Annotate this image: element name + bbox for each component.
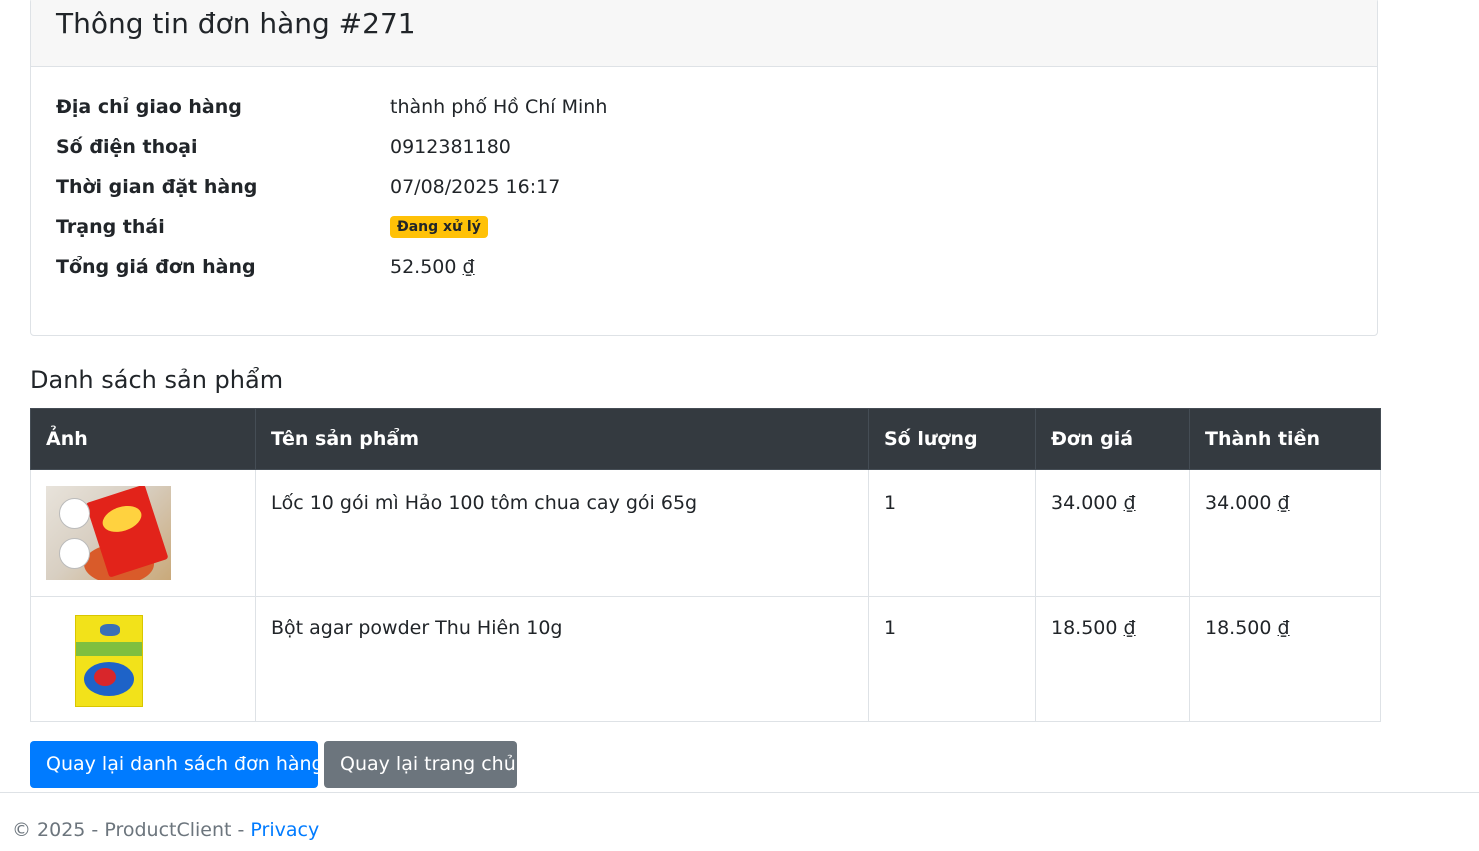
phone-label: Số điện thoại xyxy=(56,136,198,158)
products-section-title: Danh sách sản phẩm xyxy=(30,366,284,394)
hao-hao-noodle-pack-image xyxy=(46,486,171,580)
product-name: Lốc 10 gói mì Hảo 100 tôm chua cay gói 6… xyxy=(255,469,869,597)
order-title: Thông tin đơn hàng #271 xyxy=(56,7,416,40)
table-row: Bột agar powder Thu Hiên 10g 1 18.500 ₫ … xyxy=(30,596,1381,722)
unit-price-amount: 18.500 xyxy=(1051,617,1118,639)
product-line-total: 18.500 ₫ xyxy=(1189,596,1381,722)
total-value: 52.500 ₫ xyxy=(390,247,475,287)
product-unit-price: 34.000 ₫ xyxy=(1035,469,1190,597)
privacy-link[interactable]: Privacy xyxy=(250,819,319,841)
footer-text: © 2025 - ProductClient - Privacy xyxy=(12,819,319,841)
footer: © 2025 - ProductClient - Privacy xyxy=(0,792,1479,851)
column-header-total: Thành tiền xyxy=(1189,408,1381,470)
order-info-card: Thông tin đơn hàng #271 Địa chỉ giao hàn… xyxy=(30,0,1378,336)
status-badge: Đang xử lý xyxy=(390,215,488,238)
line-total-amount: 34.000 xyxy=(1205,492,1272,514)
product-line-total: 34.000 ₫ xyxy=(1189,469,1381,597)
table-row: Lốc 10 gói mì Hảo 100 tôm chua cay gói 6… xyxy=(30,469,1381,597)
order-info-header: Thông tin đơn hàng #271 xyxy=(31,0,1377,67)
products-table: Ảnh Tên sản phẩm Số lượng Đơn giá Thành … xyxy=(30,408,1381,722)
line-total-currency: ₫ xyxy=(1277,617,1290,639)
product-image-cell xyxy=(30,469,256,597)
status-value: Đang xử lý xyxy=(390,207,488,247)
column-header-quantity: Số lượng xyxy=(868,408,1036,470)
line-total-amount: 18.500 xyxy=(1205,617,1272,639)
total-label: Tổng giá đơn hàng xyxy=(56,256,256,278)
total-amount: 52.500 xyxy=(390,256,457,278)
column-header-image: Ảnh xyxy=(30,408,256,470)
address-label: Địa chỉ giao hàng xyxy=(56,96,242,118)
unit-price-currency: ₫ xyxy=(1123,492,1136,514)
total-currency: ₫ xyxy=(462,256,475,278)
product-quantity: 1 xyxy=(868,469,1036,597)
back-to-home-button[interactable]: Quay lại trang chủ xyxy=(324,741,517,788)
address-value: thành phố Hồ Chí Minh xyxy=(390,96,608,118)
phone-value: 0912381180 xyxy=(390,136,511,158)
product-quantity: 1 xyxy=(868,596,1036,722)
product-unit-price: 18.500 ₫ xyxy=(1035,596,1190,722)
product-name: Bột agar powder Thu Hiên 10g xyxy=(255,596,869,722)
order-time-value: 07/08/2025 16:17 xyxy=(390,176,561,198)
unit-price-currency: ₫ xyxy=(1123,617,1136,639)
unit-price-amount: 34.000 xyxy=(1051,492,1118,514)
copyright-text: © 2025 - ProductClient - xyxy=(12,819,251,841)
table-header-row: Ảnh Tên sản phẩm Số lượng Đơn giá Thành … xyxy=(30,408,1381,470)
line-total-currency: ₫ xyxy=(1277,492,1290,514)
column-header-unit-price: Đơn giá xyxy=(1035,408,1190,470)
agar-powder-pack-image xyxy=(46,613,171,707)
back-to-orders-button[interactable]: Quay lại danh sách đơn hàng xyxy=(30,741,324,788)
order-time-label: Thời gian đặt hàng xyxy=(56,176,258,198)
status-label: Trạng thái xyxy=(56,216,165,238)
column-header-name: Tên sản phẩm xyxy=(255,408,869,470)
product-image-cell xyxy=(30,596,256,722)
